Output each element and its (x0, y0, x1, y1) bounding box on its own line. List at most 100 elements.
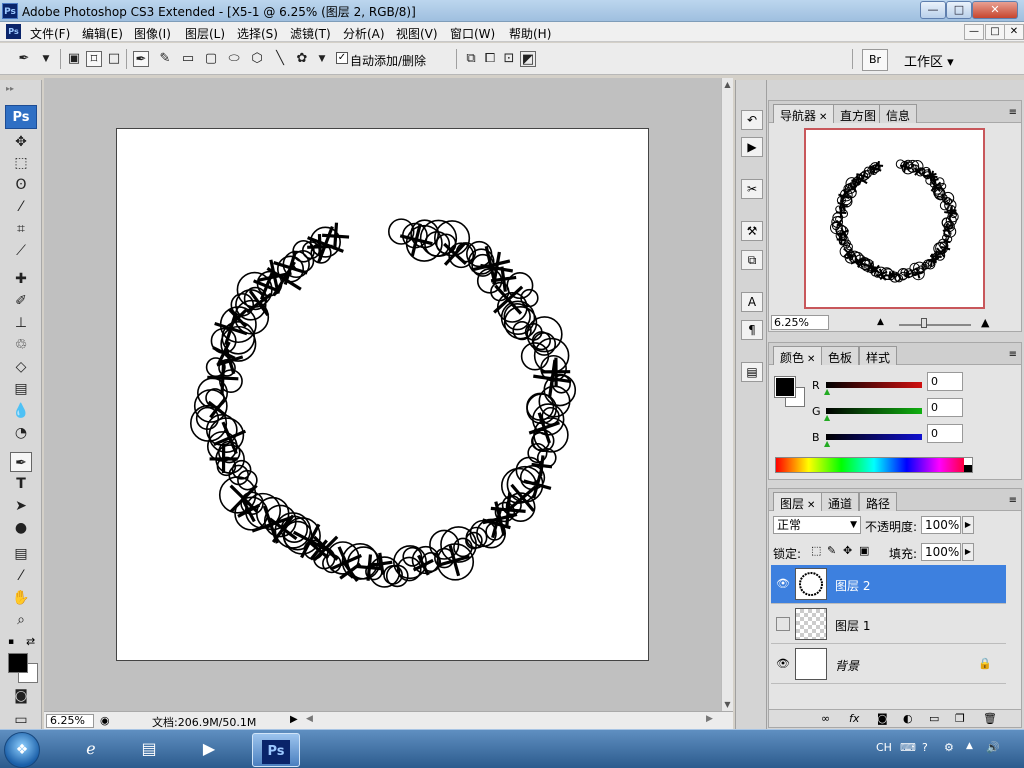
rounded-rectangle-icon[interactable]: ▢ (203, 51, 219, 67)
tab-close-icon[interactable]: ✕ (807, 500, 815, 511)
paths-mode-icon[interactable]: ⌑ (86, 51, 102, 67)
marquee-tool-icon[interactable]: ⬚ (10, 153, 32, 173)
adjustment-layer-icon[interactable]: ◐ (903, 712, 913, 725)
rectangle-icon[interactable]: ▭ (180, 51, 196, 67)
scroll-right-icon[interactable]: ▶ (706, 714, 713, 724)
document-icon[interactable]: Ps (6, 24, 21, 39)
blur-tool-icon[interactable]: 💧 (10, 401, 32, 421)
brushes-panel-icon[interactable]: ⚒ (741, 221, 763, 241)
menu-image[interactable]: 图像(I) (134, 25, 171, 42)
pen-tool-icon[interactable]: ✒ (10, 452, 32, 472)
lock-all-icon[interactable]: ▣ (859, 544, 869, 557)
workspace-button[interactable]: 工作区 ▾ (904, 51, 954, 70)
actions-panel-icon[interactable]: ▶ (741, 137, 763, 157)
quick-mask-icon[interactable]: ◙ (10, 686, 32, 706)
foreground-color-swatch[interactable] (8, 653, 28, 673)
move-tool-icon[interactable]: ✥ (10, 132, 32, 152)
menu-help[interactable]: 帮助(H) (509, 25, 551, 42)
menu-analysis[interactable]: 分析(A) (343, 25, 385, 42)
add-to-area-icon[interactable]: ⧉ (463, 51, 479, 67)
panel-menu-icon[interactable]: ≡ (1009, 107, 1017, 118)
chevron-down-icon[interactable]: ▼ (850, 517, 857, 533)
intersect-area-icon[interactable]: ⊡ (501, 51, 517, 67)
brush-tool-icon[interactable]: ✐ (10, 291, 32, 311)
opacity-arrow-icon[interactable]: ▶ (962, 516, 974, 534)
auto-add-delete-checkbox[interactable]: ✓ (336, 52, 348, 64)
toolbox-grip-icon[interactable]: ▸▸ (6, 84, 14, 93)
layer-style-icon[interactable]: fx (849, 712, 859, 725)
tab-color[interactable]: 颜色 ✕ (773, 346, 823, 365)
gradient-tool-icon[interactable]: ▤ (10, 379, 32, 399)
channel-b-input[interactable]: 0 (927, 424, 963, 443)
scroll-left-icon[interactable]: ◀ (306, 714, 313, 724)
tab-swatches[interactable]: 色板 (821, 346, 860, 365)
fill-arrow-icon[interactable]: ▶ (962, 543, 974, 561)
link-layers-icon[interactable]: ∞ (821, 712, 830, 725)
slice-tool-icon[interactable]: ⟋ (10, 241, 32, 261)
close-button[interactable]: ✕ (972, 1, 1018, 19)
history-panel-icon[interactable]: ↶ (741, 110, 763, 130)
custom-shape-icon[interactable]: ✿ (294, 51, 310, 67)
layer-comps-icon[interactable]: ▤ (741, 362, 763, 382)
magic-wand-tool-icon[interactable]: ⁄ (10, 197, 32, 217)
color-fg-swatch[interactable] (774, 376, 796, 398)
opacity-input[interactable]: 100% (921, 516, 961, 534)
visibility-eye-icon[interactable]: 👁 (776, 657, 790, 671)
tab-close-icon[interactable]: ✕ (819, 112, 827, 123)
lasso-tool-icon[interactable]: ʘ (10, 175, 32, 195)
photoshop-logo[interactable]: Ps (5, 105, 37, 129)
minimize-button[interactable]: — (920, 1, 946, 19)
tab-paths[interactable]: 路径 (859, 492, 898, 511)
menu-file[interactable]: 文件(F) (30, 25, 70, 42)
new-group-icon[interactable]: ▭ (929, 712, 939, 725)
fill-pixels-icon[interactable]: □ (106, 51, 122, 67)
scroll-up-icon[interactable]: ▲ (722, 80, 733, 89)
healing-brush-tool-icon[interactable]: ✚ (10, 269, 32, 289)
status-info-icon[interactable]: ◉ (100, 714, 110, 727)
layer-name[interactable]: 图层 1 (835, 617, 870, 634)
lock-transparent-icon[interactable]: ⬚ (811, 544, 821, 557)
maximize-button[interactable]: □ (946, 1, 972, 19)
vertical-scrollbar[interactable]: ▲ ▼ (721, 78, 733, 711)
menu-window[interactable]: 窗口(W) (450, 25, 495, 42)
delete-layer-icon[interactable]: 🗑 (983, 712, 997, 725)
tab-info[interactable]: 信息 (879, 104, 918, 123)
character-panel-icon[interactable]: A (741, 292, 763, 312)
menu-select[interactable]: 选择(S) (237, 25, 278, 42)
scroll-down-icon[interactable]: ▼ (722, 700, 733, 709)
help-icon[interactable]: ? (922, 741, 928, 754)
layer-row[interactable]: 👁 图层 2 (771, 565, 1006, 604)
canvas-area[interactable] (44, 78, 721, 711)
layer-mask-icon[interactable]: ◙ (877, 712, 888, 725)
exclude-area-icon[interactable]: ◩ (520, 51, 536, 67)
ie-taskbar-icon[interactable]: ℯ (66, 733, 116, 767)
zoom-out-icon[interactable]: ▲ (877, 317, 884, 327)
volume-icon[interactable]: 🔊 (986, 741, 1000, 754)
panel-menu-icon[interactable]: ≡ (1009, 495, 1017, 506)
tab-layers[interactable]: 图层 ✕ (773, 492, 823, 511)
tab-histogram[interactable]: 直方图 (833, 104, 884, 123)
doc-minimize-button[interactable]: — (964, 24, 984, 40)
channel-g-slider[interactable] (826, 408, 922, 414)
layer-row[interactable]: 图层 1 (771, 605, 1006, 644)
start-button[interactable]: ❖ (4, 732, 40, 768)
tool-presets-icon[interactable]: ✂ (741, 179, 763, 199)
lock-image-icon[interactable]: ✎ (827, 544, 836, 557)
clone-stamp-tool-icon[interactable]: ⊥ (10, 313, 32, 333)
crop-tool-icon[interactable]: ⌗ (10, 219, 32, 239)
pen-tool-preset-icon[interactable]: ✒ (16, 51, 32, 67)
layer-row[interactable]: 👁 背景 🔒 (771, 645, 1006, 684)
settings-icon[interactable]: ⚙ (944, 741, 954, 754)
channel-r-handle-icon[interactable]: ▲ (824, 387, 830, 396)
screen-mode-icon[interactable]: ▭ (10, 710, 32, 730)
paragraph-panel-icon[interactable]: ¶ (741, 320, 763, 340)
new-layer-icon[interactable]: ❐ (955, 712, 965, 725)
preset-dropdown-icon[interactable]: ▼ (38, 51, 54, 67)
notes-tool-icon[interactable]: ▤ (10, 544, 32, 564)
bridge-button[interactable]: Br (862, 49, 888, 71)
media-player-taskbar-icon[interactable]: ▶ (184, 733, 234, 767)
keyboard-icon[interactable]: ⌨ (900, 741, 916, 754)
channel-b-handle-icon[interactable]: ▲ (824, 439, 830, 448)
layer-name[interactable]: 背景 (835, 657, 859, 674)
navigator-thumbnail[interactable] (804, 128, 985, 309)
